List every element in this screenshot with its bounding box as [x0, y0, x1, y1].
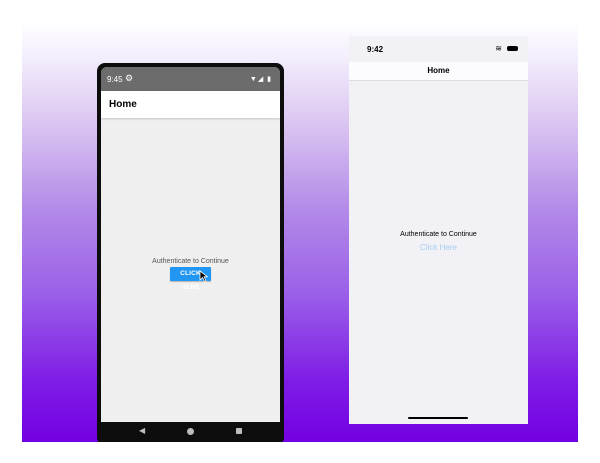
android-screen: 9:45 ⚙ ▼◢ ▮ Home Authenticate to Continu… [101, 67, 280, 438]
signal-battery-icon: ▼◢ ▮ [249, 76, 272, 83]
ios-status-bar: 9:42 ≋ [349, 36, 528, 62]
pointer-cursor-icon [199, 270, 209, 282]
android-app-bar: Home [101, 91, 280, 118]
demo-stage: 9:45 ⚙ ▼◢ ▮ Home Authenticate to Continu… [22, 22, 578, 442]
back-icon[interactable]: ◀ [139, 426, 145, 435]
android-nav-bar: ◀ [101, 422, 280, 442]
ios-status-time: 9:42 [367, 45, 384, 54]
battery-icon [507, 46, 518, 51]
wifi-icon: ≋ [495, 44, 502, 53]
page-title: Home [427, 66, 450, 75]
ios-device: 9:42 ≋ Home Authenticate to Continue Cli… [349, 36, 528, 424]
ios-nav-bar: Home [349, 62, 528, 81]
page-title: Home [109, 99, 137, 110]
home-indicator[interactable] [408, 417, 468, 419]
android-device: 9:45 ⚙ ▼◢ ▮ Home Authenticate to Continu… [97, 63, 284, 442]
android-status-time: 9:45 [107, 75, 123, 84]
auth-prompt-text: Authenticate to Continue [152, 258, 229, 265]
gear-icon: ⚙ [125, 73, 134, 83]
android-status-bar: 9:45 ⚙ ▼◢ ▮ [101, 67, 280, 91]
recents-icon[interactable] [236, 428, 242, 434]
home-icon[interactable] [187, 428, 194, 435]
click-here-link[interactable]: Click Here [349, 243, 528, 252]
auth-prompt-text: Authenticate to Continue [400, 231, 477, 238]
